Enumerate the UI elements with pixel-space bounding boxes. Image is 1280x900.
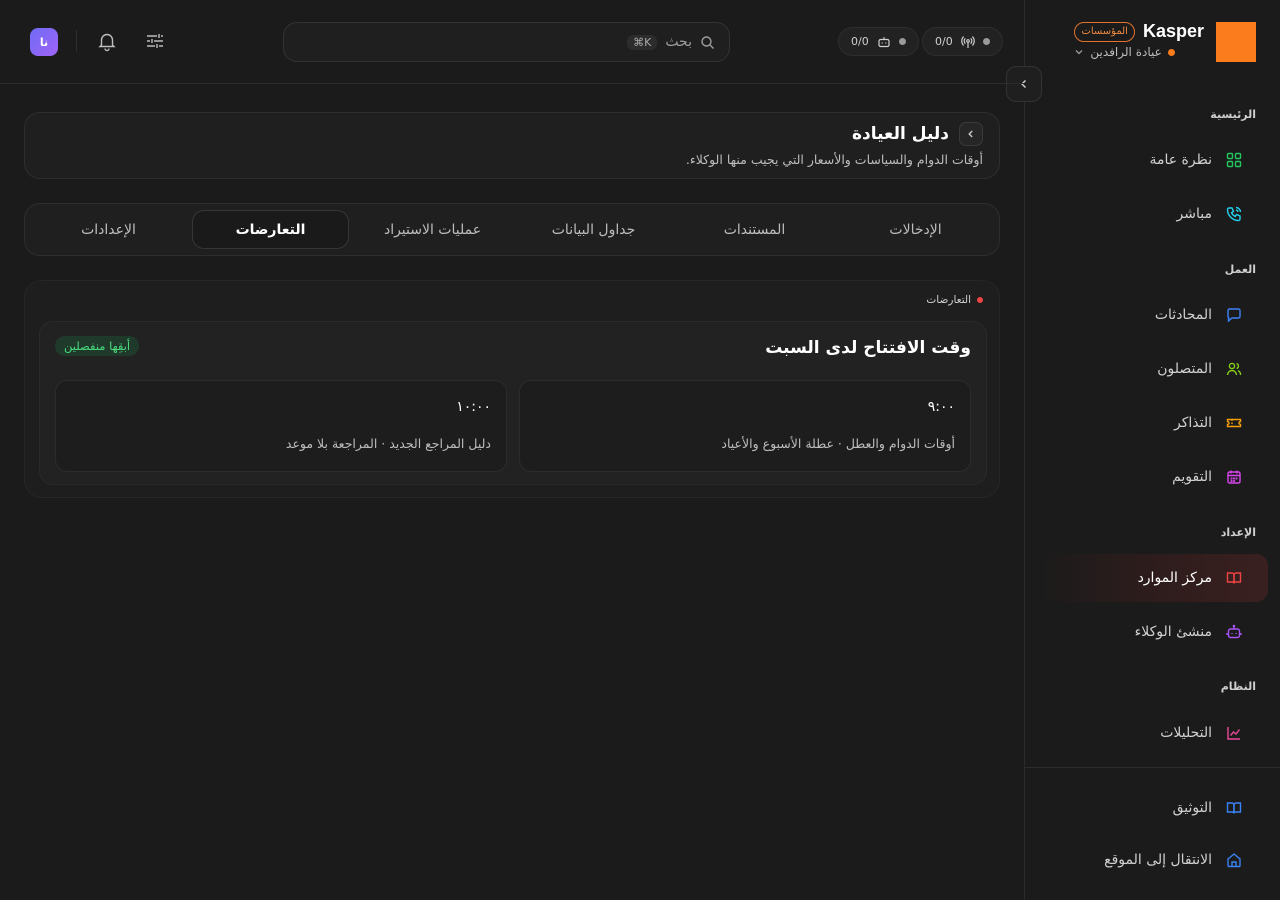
sidebar-item-tickets[interactable]: التذاكر bbox=[1036, 399, 1268, 447]
sidebar-item-label: التقويم bbox=[1172, 469, 1212, 485]
conflict-value-time: ١٠:٠٠ bbox=[456, 399, 491, 415]
ticket-icon bbox=[1226, 415, 1242, 431]
sidebar-item-agent-builder[interactable]: منشئ الوكلاء bbox=[1036, 608, 1268, 656]
bot-icon bbox=[1226, 624, 1242, 640]
tab-documents[interactable]: المستندات bbox=[677, 210, 832, 249]
section-label-home: الرئيسية bbox=[1210, 108, 1256, 121]
avatar[interactable]: نا bbox=[30, 28, 58, 56]
page-header: دليل العيادة أوقات الدوام والسياسات والأ… bbox=[24, 112, 1000, 179]
search-placeholder: بحث bbox=[665, 34, 692, 50]
conflict-card: وقت الافتتاح لدى السبت أبقِها منفصلين ٩:… bbox=[39, 321, 987, 485]
plan-badge: المؤسسات bbox=[1074, 21, 1135, 42]
tab-bar: الإدخالات المستندات جداول البيانات عمليا… bbox=[24, 203, 1000, 256]
sidebar-item-label: التوثيق bbox=[1172, 800, 1212, 816]
sidebar-item-label: مركز الموارد bbox=[1137, 570, 1212, 586]
sidebar-item-label: مباشر bbox=[1176, 206, 1212, 222]
sidebar-item-overview[interactable]: نظرة عامة bbox=[1036, 136, 1268, 184]
sidebar-item-label: التذاكر bbox=[1173, 415, 1212, 431]
sidebar-item-label: منشئ الوكلاء bbox=[1134, 624, 1212, 640]
calendar-icon bbox=[1226, 469, 1242, 485]
sidebar-item-calendar[interactable]: التقويم bbox=[1036, 453, 1268, 501]
sidebar-item-label: المحادثات bbox=[1154, 307, 1212, 323]
conflicts-section-label: التعارضات bbox=[926, 294, 983, 306]
sidebar-item-analytics[interactable]: التحليلات bbox=[1036, 709, 1268, 757]
conflict-value-time: ٩:٠٠ bbox=[927, 399, 955, 415]
search-shortcut: ⌘K bbox=[627, 34, 658, 50]
bell-icon[interactable] bbox=[96, 30, 118, 52]
conflict-value-option[interactable]: ٩:٠٠ أوقات الدوام والعطل · عطلة الأسبوع … bbox=[519, 380, 971, 472]
tab-entries[interactable]: الإدخالات bbox=[838, 210, 993, 249]
chevron-left-icon bbox=[966, 129, 976, 139]
back-button[interactable] bbox=[959, 122, 983, 146]
tab-settings[interactable]: الإعدادات bbox=[31, 210, 186, 249]
active-bots-stat[interactable]: 0/0 bbox=[838, 27, 919, 56]
brand-logo bbox=[1216, 22, 1256, 62]
broadcast-icon bbox=[960, 35, 975, 49]
grid-icon bbox=[1226, 152, 1242, 168]
active-bots-count: 0/0 bbox=[851, 35, 869, 48]
chart-icon bbox=[1226, 725, 1242, 741]
status-dot bbox=[977, 297, 983, 303]
workspace-switcher[interactable]: عيادة الرافدين bbox=[1074, 45, 1175, 59]
settings-sliders-icon[interactable] bbox=[144, 30, 166, 52]
sidebar-divider bbox=[1024, 767, 1280, 768]
page-title: دليل العيادة bbox=[851, 124, 949, 144]
conflict-title: وقت الافتتاح لدى السبت bbox=[765, 338, 971, 358]
section-label-setup: الإعداد bbox=[1220, 526, 1256, 539]
sidebar-item-label: المتصلون bbox=[1157, 361, 1212, 377]
book-icon bbox=[1226, 800, 1242, 816]
status-dot bbox=[982, 38, 990, 45]
brand[interactable]: Kasper المؤسسات عيادة الرافدين bbox=[1074, 21, 1256, 62]
workspace-name: عيادة الرافدين bbox=[1090, 45, 1162, 59]
phone-icon bbox=[1226, 206, 1242, 222]
conflict-value-option[interactable]: ١٠:٠٠ دليل المراجع الجديد · المراجعة بلا… bbox=[55, 380, 507, 472]
sidebar-item-docs[interactable]: التوثيق bbox=[1040, 784, 1272, 832]
conflicts-panel: التعارضات وقت الافتتاح لدى السبت أبقِها … bbox=[24, 280, 1000, 498]
sidebar-item-live[interactable]: مباشر bbox=[1036, 190, 1268, 238]
section-label-work: العمل bbox=[1224, 263, 1256, 276]
book-icon bbox=[1226, 570, 1242, 586]
topbar-divider bbox=[76, 30, 77, 52]
live-calls-stat[interactable]: 0/0 bbox=[922, 27, 1003, 56]
tab-imports[interactable]: عمليات الاستيراد bbox=[355, 210, 510, 249]
sidebar-item-resource-center[interactable]: مركز الموارد bbox=[1036, 554, 1268, 602]
status-dot bbox=[1167, 48, 1175, 56]
sidebar-item-label: التحليلات bbox=[1160, 725, 1212, 741]
home-icon bbox=[1226, 852, 1242, 868]
sidebar: Kasper المؤسسات عيادة الرافدين الرئيسية … bbox=[1024, 0, 1280, 900]
conflict-value-source: دليل المراجع الجديد · المراجعة بلا موعد bbox=[285, 436, 491, 451]
sidebar-item-go-to-site[interactable]: الانتقال إلى الموقع bbox=[1040, 836, 1272, 884]
keep-separate-button[interactable]: أبقِها منفصلين bbox=[55, 336, 140, 356]
search-icon bbox=[700, 35, 715, 50]
conflict-value-source: أوقات الدوام والعطل · عطلة الأسبوع والأع… bbox=[721, 436, 955, 451]
sidebar-item-label: نظرة عامة bbox=[1149, 152, 1212, 168]
sidebar-item-contacts[interactable]: المتصلون bbox=[1036, 345, 1268, 393]
tab-data-tables[interactable]: جداول البيانات bbox=[516, 210, 671, 249]
status-dot bbox=[898, 38, 906, 45]
sidebar-item-label: الانتقال إلى الموقع bbox=[1104, 852, 1212, 868]
tab-conflicts[interactable]: التعارضات bbox=[192, 210, 349, 249]
live-calls-count: 0/0 bbox=[935, 35, 953, 48]
page-description: أوقات الدوام والسياسات والأسعار التي يجي… bbox=[685, 152, 983, 167]
search-input[interactable]: بحث ⌘K bbox=[283, 22, 730, 62]
topbar: 0/0 0/0 بحث ⌘K نا bbox=[0, 0, 1024, 84]
brand-name: Kasper bbox=[1142, 21, 1204, 41]
section-label-system: النظام bbox=[1220, 680, 1256, 693]
sidebar-item-conversations[interactable]: المحادثات bbox=[1036, 291, 1268, 339]
chat-icon bbox=[1226, 307, 1242, 323]
bot-icon bbox=[877, 35, 891, 49]
users-icon bbox=[1226, 361, 1242, 377]
chevron-down-icon bbox=[1074, 47, 1084, 57]
